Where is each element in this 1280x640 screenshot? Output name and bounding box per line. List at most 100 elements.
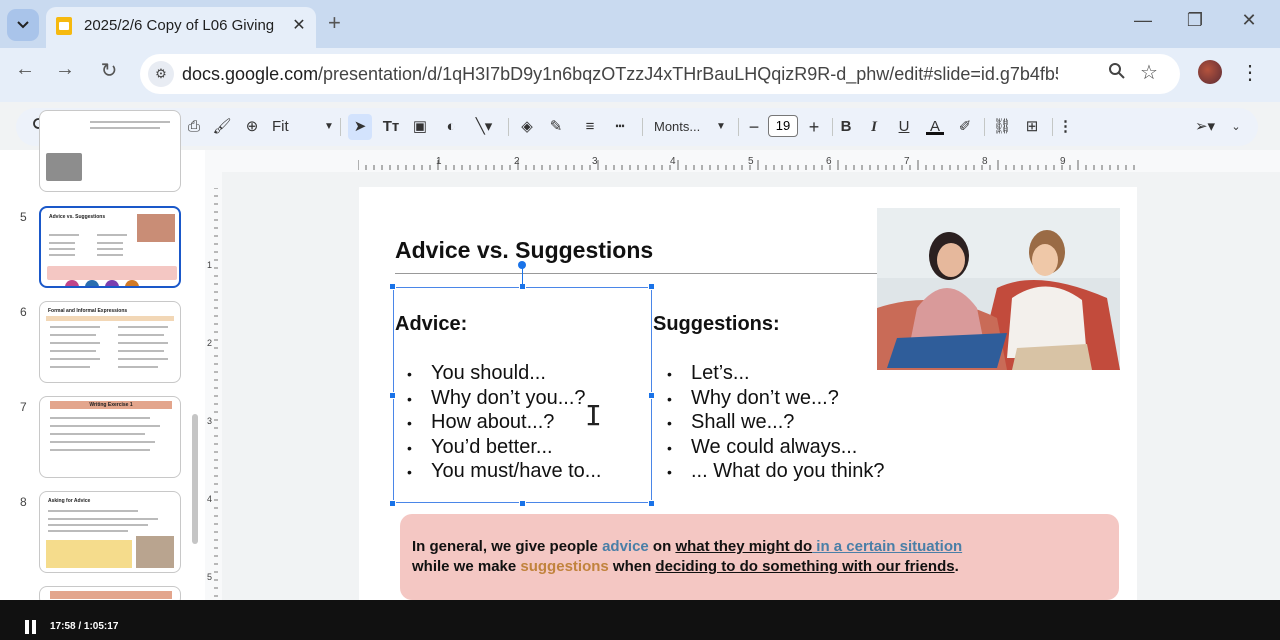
chevron-down-icon: ⌄: [1231, 121, 1241, 133]
resize-handle[interactable]: [648, 392, 655, 399]
ruler-number: 3: [207, 416, 212, 426]
bold-icon: B: [840, 118, 852, 135]
slide-thumbnail-5[interactable]: Advice vs. Suggestions: [39, 206, 181, 288]
caret-down-icon: ▼: [324, 121, 334, 132]
border-dash-button[interactable]: ┅: [610, 117, 630, 137]
text-color-icon: A: [929, 118, 940, 135]
screen: 2025/2/6 Copy of L06 Giving ✕ + — ❐ ✕ ← …: [0, 0, 1280, 640]
restore-button[interactable]: ❐: [1180, 10, 1210, 31]
resize-handle[interactable]: [519, 500, 526, 507]
resize-handle[interactable]: [389, 500, 396, 507]
slide-thumbnail-4[interactable]: [39, 110, 181, 192]
collapse-toolbar-button[interactable]: ⌄: [1228, 117, 1244, 137]
ruler-number: 2: [207, 338, 212, 348]
thumb-image: [136, 536, 174, 568]
print-icon: ⎙: [187, 118, 200, 135]
pause-icon[interactable]: [24, 620, 38, 634]
thumb-title: Formal and Informal Expressions: [48, 308, 128, 314]
increase-font-size-button[interactable]: +: [806, 117, 822, 137]
resize-handle[interactable]: [648, 283, 655, 290]
browser-menu-icon[interactable]: ⋮: [1240, 60, 1260, 85]
thumb-title: Advice vs. Suggestions: [49, 214, 106, 220]
more-options-button[interactable]: ⋮: [1058, 117, 1073, 137]
forward-button[interactable]: →: [50, 58, 80, 81]
italic-button[interactable]: I: [866, 117, 882, 137]
print-button[interactable]: ⎙: [184, 117, 204, 137]
arrow-left-icon: ←: [15, 58, 35, 80]
rotate-handle[interactable]: [518, 261, 526, 269]
insert-link-button[interactable]: ⛓: [992, 117, 1012, 137]
minimize-button[interactable]: —: [1128, 10, 1158, 31]
resize-handle[interactable]: [389, 283, 396, 290]
border-weight-icon: ≡: [585, 118, 595, 135]
resize-handle[interactable]: [389, 392, 396, 399]
fill-color-button[interactable]: ◈: [516, 117, 538, 137]
slide-number: 7: [20, 400, 27, 414]
summary-banner[interactable]: In general, we give people advice on wha…: [400, 514, 1119, 600]
slide-title[interactable]: Advice vs. Suggestions: [395, 237, 653, 264]
video-time: 17:58 / 1:05:17: [50, 621, 119, 632]
banner-line-2: while we make suggestions when deciding …: [412, 558, 959, 575]
banner-line-1: In general, we give people advice on wha…: [412, 538, 963, 555]
text-color-button[interactable]: A: [926, 117, 944, 135]
new-tab-button[interactable]: +: [328, 10, 341, 36]
tab-search-button[interactable]: [7, 9, 39, 41]
slide-photo[interactable]: [877, 208, 1120, 370]
highlight-button[interactable]: ✐: [956, 117, 974, 137]
thumb-title: Writing Exercise 1: [50, 401, 172, 409]
tab-close-button[interactable]: ✕: [289, 15, 309, 35]
bold-button[interactable]: B: [838, 117, 854, 137]
font-size-input[interactable]: 19: [768, 115, 798, 137]
ruler-number: 9: [1060, 156, 1066, 167]
border-weight-button[interactable]: ≡: [580, 117, 600, 137]
decrease-font-size-button[interactable]: −: [746, 117, 762, 137]
address-bar[interactable]: ⚙ docs.google.com /presentation/d/1qH3I7…: [140, 54, 1180, 94]
text-box-button[interactable]: Tт: [380, 117, 402, 137]
shape-button[interactable]: ◐: [440, 117, 462, 137]
underline-button[interactable]: U: [896, 117, 912, 137]
suggestion-item: • Why don’t we...?: [667, 387, 839, 409]
editing-mode-button[interactable]: ➢▾: [1188, 117, 1222, 137]
resize-handle[interactable]: [648, 500, 655, 507]
paint-format-button[interactable]: 🖌: [212, 117, 232, 137]
underline-icon: U: [898, 118, 910, 135]
filmstrip-scrollbar[interactable]: [192, 414, 198, 544]
slide-thumbnail-7[interactable]: Writing Exercise 1: [39, 396, 181, 478]
advice-item: • You’d better...: [407, 436, 553, 458]
close-window-button[interactable]: ✕: [1234, 10, 1264, 31]
more-vert-icon: ⋮: [1058, 118, 1073, 135]
thumb-banner: [47, 266, 177, 280]
comment-icon: ⊞: [1025, 118, 1039, 135]
border-color-button[interactable]: ✎: [546, 117, 566, 137]
browser-tab[interactable]: 2025/2/6 Copy of L06 Giving ✕: [46, 7, 316, 48]
slide-canvas[interactable]: Advice vs. Suggestions Advice: • You sho…: [359, 187, 1137, 607]
slide-thumbnail-6[interactable]: Formal and Informal Expressions: [39, 301, 181, 383]
ruler-number: 7: [904, 156, 910, 167]
profile-avatar[interactable]: [1198, 60, 1222, 84]
slide-thumbnail-8[interactable]: Asking for Advice: [39, 491, 181, 573]
zoom-select[interactable]: Fit ▼: [272, 117, 334, 137]
insert-image-button[interactable]: ▣: [410, 117, 430, 137]
reload-button[interactable]: ↻: [94, 58, 124, 83]
back-button[interactable]: ←: [10, 58, 40, 81]
address-row: ← → ↻ ⚙ docs.google.com /presentation/d/…: [0, 48, 1280, 102]
add-comment-button[interactable]: ⊞: [1022, 117, 1042, 137]
close-icon: ✕: [292, 17, 306, 34]
line-icon: ╲▾: [475, 118, 493, 135]
slide-number: 5: [20, 210, 27, 224]
site-info-icon[interactable]: ⚙: [148, 61, 174, 87]
ruler-number: 8: [982, 156, 988, 167]
text-box-icon: Tт: [382, 118, 400, 135]
select-tool-button[interactable]: ➤: [348, 114, 372, 140]
slides-toolbar: + ▭ ↶ ↷ ⎙ 🖌 ⊕ Fit▼ ➤ Tт ▣ ◐ ╲▾ ◈ ✎ ≡ ┅ M…: [16, 108, 1258, 146]
ruler-number: 2: [514, 156, 520, 167]
font-select[interactable]: Monts... ▼: [654, 117, 726, 137]
chevron-down-icon: [17, 21, 29, 29]
thumb-box: [46, 540, 132, 568]
minus-icon: −: [748, 117, 760, 137]
zoom-button[interactable]: ⊕: [242, 117, 262, 137]
bookmark-star-icon[interactable]: ☆: [1140, 60, 1158, 85]
zoom-icon[interactable]: [1108, 62, 1126, 85]
line-button[interactable]: ╲▾: [470, 117, 498, 137]
advice-item: • You must/have to...: [407, 460, 602, 482]
